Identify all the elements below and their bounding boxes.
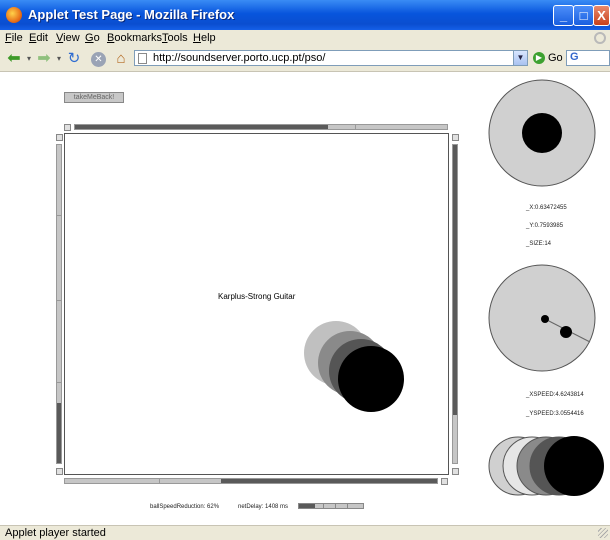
top-slider-fill — [75, 125, 328, 129]
speed-pad[interactable] — [488, 262, 596, 374]
menu-tools[interactable]: Tools — [162, 32, 188, 44]
window-title: Applet Test Page - Mozilla Firefox — [28, 7, 235, 22]
menu-bar: File Edit View Go Bookmarks Tools Help — [0, 30, 610, 47]
left-slider-track[interactable] — [56, 144, 62, 464]
net-delay-label: netDelay: 1408 ms — [238, 504, 289, 510]
size-selector[interactable] — [488, 436, 606, 498]
right-slider-bottom-end[interactable] — [452, 468, 459, 475]
speed-marker[interactable] — [560, 326, 572, 338]
left-slider-bottom-end[interactable] — [56, 468, 63, 475]
position-marker[interactable] — [522, 113, 562, 153]
net-delay-segment — [335, 504, 336, 508]
net-delay-segment — [323, 504, 324, 508]
top-slider-left-end[interactable] — [64, 124, 71, 131]
url-history-dropdown-icon[interactable]: ▼ — [513, 50, 528, 66]
left-slider-notch — [56, 215, 62, 216]
resize-grip-icon[interactable] — [598, 528, 608, 538]
maximize-button[interactable]: □ — [573, 5, 594, 26]
yspeed-readout: _YSPEED:3.0554416 — [526, 411, 584, 417]
xspeed-readout: _XSPEED:4.6243814 — [526, 392, 584, 398]
bottom-slider-fill — [221, 479, 437, 483]
right-slider-track[interactable] — [452, 144, 458, 464]
home-icon[interactable]: ⌂ — [113, 51, 129, 67]
bottom-slider-track[interactable] — [64, 478, 438, 484]
right-slider-fill — [453, 145, 457, 416]
take-me-back-button[interactable]: takeMeBack! — [64, 92, 124, 103]
go-arrow-icon[interactable]: ▶ — [533, 52, 545, 64]
top-slider-notch — [355, 124, 356, 130]
menu-edit[interactable]: Edit — [29, 32, 48, 44]
close-button[interactable]: X — [593, 5, 610, 26]
go-button[interactable]: Go — [548, 52, 563, 64]
status-bar: Applet player started — [0, 525, 610, 540]
minimize-button[interactable]: _ — [553, 5, 574, 26]
menu-help[interactable]: Help — [193, 32, 216, 44]
y-readout: _Y:0.7593985 — [526, 223, 564, 229]
ball[interactable] — [338, 346, 404, 412]
url-field[interactable]: http://soundserver.porto.ucp.pt/pso/ — [134, 50, 528, 66]
back-arrow-icon[interactable]: ⬅ — [6, 51, 22, 67]
menu-bookmarks[interactable]: Bookmarks — [107, 32, 162, 44]
search-engine-icon[interactable]: G — [570, 51, 579, 63]
bottom-slider-notch — [159, 478, 160, 484]
menu-file[interactable]: File — [5, 32, 23, 44]
ball-trail-svg — [304, 321, 404, 412]
x-readout: _X:0.63472455 — [526, 205, 567, 211]
position-pad[interactable] — [488, 78, 596, 190]
size-readout: _SIZE:14 — [526, 241, 552, 247]
net-delay-fill — [299, 504, 315, 508]
size-circle-5[interactable] — [544, 436, 604, 496]
left-slider-notch — [56, 382, 62, 383]
instrument-label: Karplus-Strong Guitar — [218, 292, 296, 301]
forward-dropdown-icon[interactable]: ▾ — [55, 51, 63, 67]
forward-arrow-icon[interactable]: ➡ — [36, 51, 52, 67]
menu-view[interactable]: View — [56, 32, 80, 44]
net-delay-meter[interactable] — [298, 503, 364, 509]
left-slider-top-end[interactable] — [56, 134, 63, 141]
bottom-slider-right-end[interactable] — [441, 478, 448, 485]
left-slider-notch — [56, 300, 62, 301]
top-slider-track[interactable] — [74, 124, 448, 130]
search-field[interactable]: G — [566, 50, 610, 66]
status-text: Applet player started — [5, 527, 106, 539]
back-dropdown-icon[interactable]: ▾ — [25, 51, 33, 67]
url-text: http://soundserver.porto.ucp.pt/pso/ — [153, 52, 326, 64]
firefox-icon — [6, 7, 22, 23]
page-icon — [138, 53, 147, 64]
menu-go[interactable]: Go — [85, 32, 100, 44]
ball-speed-reduction-label: ballSpeedReduction: 62% — [150, 504, 220, 510]
reload-icon[interactable]: ↻ — [66, 51, 82, 67]
stop-icon[interactable]: ✕ — [91, 52, 106, 67]
speed-origin-dot — [541, 315, 549, 323]
activity-throbber-icon — [594, 32, 606, 44]
right-slider-top-end[interactable] — [452, 134, 459, 141]
ball-canvas[interactable] — [64, 133, 449, 475]
left-slider-fill — [57, 402, 61, 463]
net-delay-segment — [347, 504, 348, 508]
